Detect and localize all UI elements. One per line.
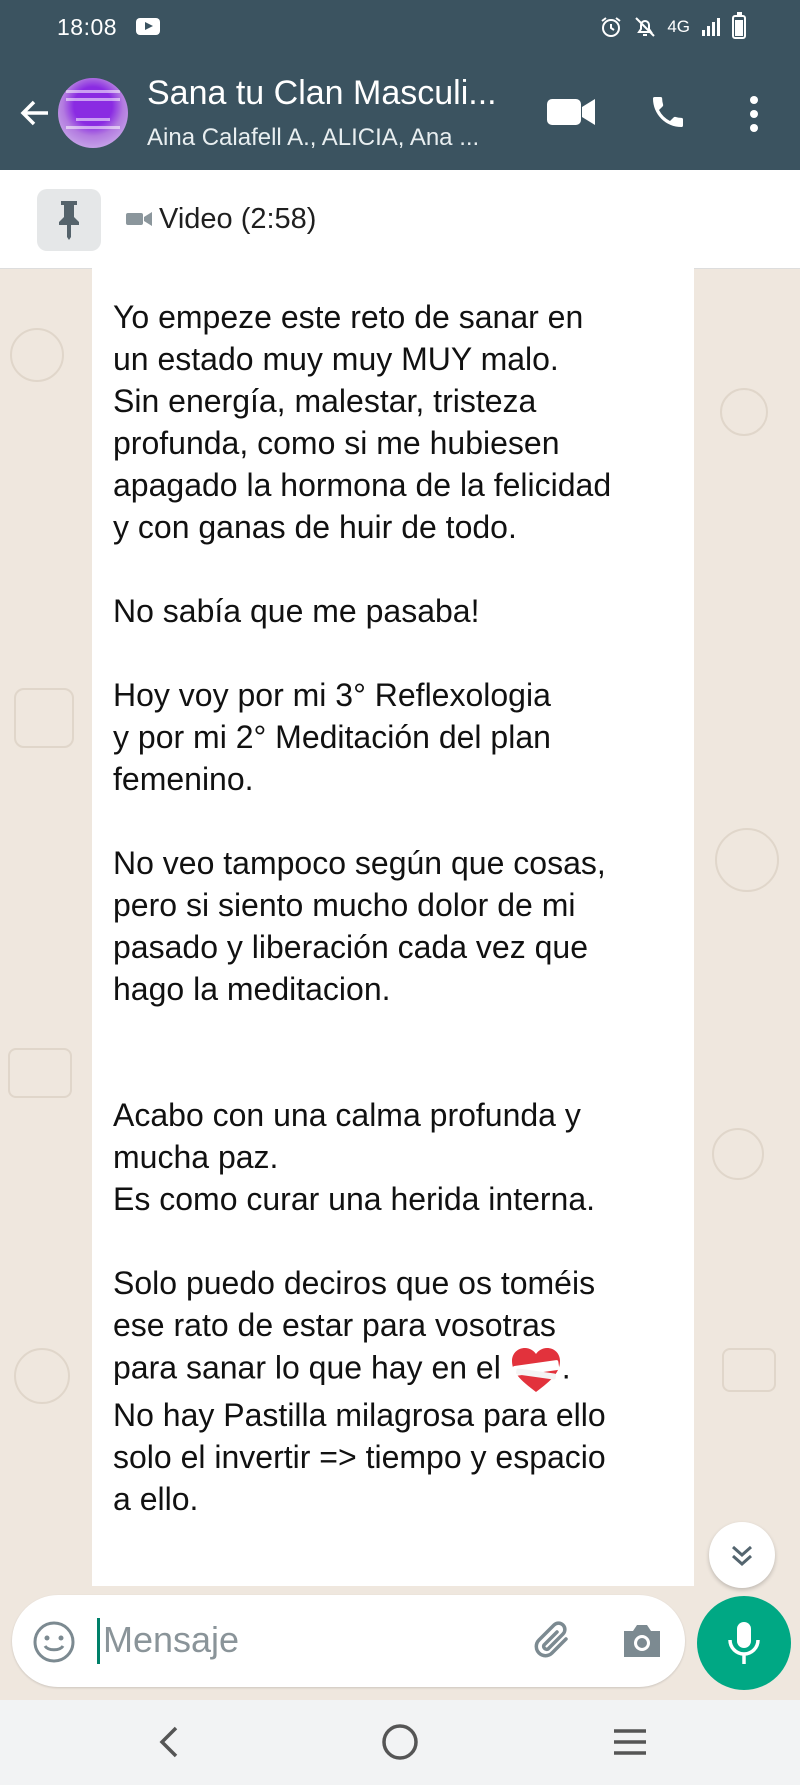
- chat-header: Sana tu Clan Masculi... Aina Calafell A.…: [0, 56, 800, 170]
- signal-icon: [702, 18, 720, 36]
- group-avatar[interactable]: [58, 78, 128, 148]
- phone-call-icon[interactable]: [648, 92, 688, 132]
- chat-title[interactable]: Sana tu Clan Masculi...: [147, 74, 497, 113]
- alarm-icon: [601, 17, 621, 37]
- pinned-label: Video (2:58): [159, 203, 317, 235]
- video-call-icon[interactable]: [546, 94, 596, 130]
- wallpaper-doodle: [14, 688, 74, 748]
- message-composer[interactable]: Mensaje: [12, 1595, 685, 1687]
- youtube-notification-icon: [136, 18, 160, 35]
- wallpaper-doodle: [715, 828, 779, 892]
- message-input[interactable]: Mensaje: [103, 1619, 239, 1661]
- wallpaper-doodle: [10, 328, 64, 382]
- pin-icon[interactable]: [37, 189, 101, 251]
- message-text: Yo empeze este reto de sanar en un estad…: [113, 296, 674, 1520]
- emoji-icon[interactable]: [32, 1620, 76, 1664]
- chat-participants[interactable]: Aina Calafell A., ALICIA, Ana ...: [147, 124, 479, 152]
- status-bar: 18:08 4G: [0, 0, 800, 56]
- wallpaper-doodle: [712, 1128, 764, 1180]
- pinned-message-bar[interactable]: Video (2:58): [0, 170, 800, 269]
- more-options-icon[interactable]: [744, 94, 764, 134]
- nav-back-icon[interactable]: [150, 1722, 190, 1762]
- wallpaper-doodle: [722, 1348, 776, 1392]
- text-cursor: [97, 1618, 100, 1664]
- mic-icon: [728, 1622, 760, 1664]
- bandaged-heart-emoji: [511, 1348, 560, 1392]
- video-camera-icon: [126, 212, 152, 226]
- chat-area[interactable]: Yo empeze este reto de sanar en un estad…: [0, 268, 800, 1598]
- mic-button[interactable]: [697, 1596, 791, 1690]
- battery-icon: [732, 12, 746, 39]
- camera-icon[interactable]: [620, 1621, 664, 1661]
- status-time: 18:08: [57, 14, 118, 40]
- chevron-double-down-icon: [732, 1545, 752, 1567]
- system-nav-bar: [0, 1700, 800, 1785]
- scroll-to-bottom-button[interactable]: [709, 1522, 775, 1588]
- attach-icon[interactable]: [530, 1617, 578, 1665]
- back-arrow-icon[interactable]: [14, 92, 56, 134]
- status-icons: 4G: [599, 12, 746, 39]
- network-type: 4G: [667, 17, 690, 36]
- wallpaper-doodle: [14, 1348, 70, 1404]
- wallpaper-doodle: [720, 388, 768, 436]
- wallpaper-doodle: [8, 1048, 72, 1098]
- nav-home-icon[interactable]: [380, 1722, 420, 1762]
- nav-recents-icon[interactable]: [610, 1722, 650, 1762]
- message-bubble[interactable]: Yo empeze este reto de sanar en un estad…: [92, 268, 694, 1586]
- mute-icon: [635, 17, 656, 37]
- message-text-part-1: Yo empeze este reto de sanar en un estad…: [113, 299, 612, 1386]
